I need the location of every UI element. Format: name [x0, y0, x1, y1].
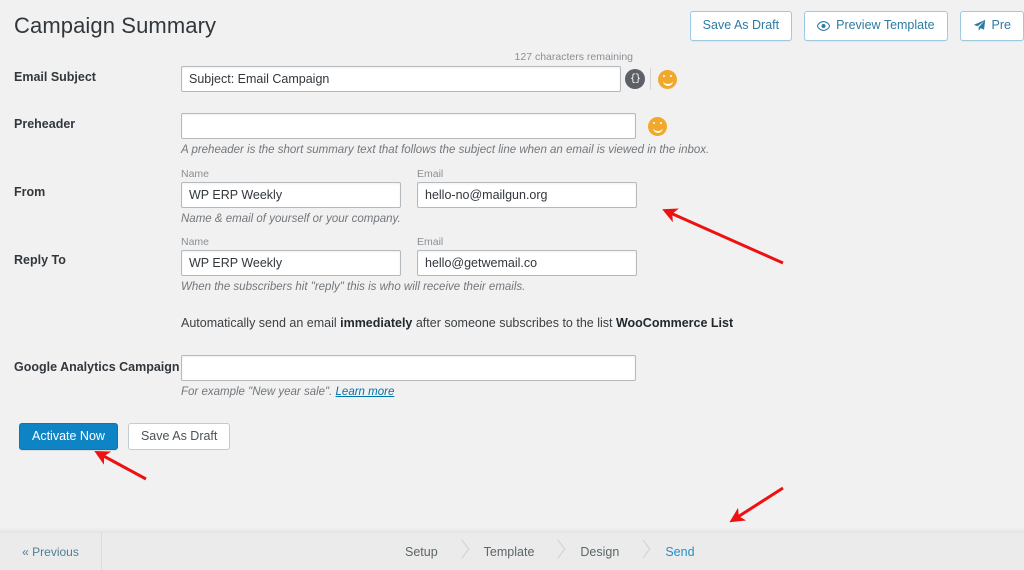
- from-label: From: [14, 185, 46, 199]
- step-chevron-icon-2: [534, 533, 580, 570]
- step-template[interactable]: Template: [484, 545, 535, 559]
- campaign-summary-page: Campaign Summary Save As Draft Preview T…: [0, 0, 1024, 570]
- paper-plane-icon: [973, 19, 986, 32]
- email-subject-label: Email Subject: [14, 70, 96, 84]
- reply-to-name-mini-label: Name: [181, 236, 210, 248]
- emoji-smiley-icon-subject[interactable]: [658, 69, 677, 89]
- form-action-buttons: Activate Now Save As Draft: [19, 423, 231, 450]
- preview-and-send-button[interactable]: Pre: [959, 11, 1024, 41]
- email-subject-input[interactable]: [181, 66, 621, 92]
- reply-to-helper-text: When the subscribers hit "reply" this is…: [181, 281, 526, 293]
- google-analytics-helper-prefix: For example "New year sale".: [181, 386, 336, 398]
- automation-middle: after someone subscribes to the list: [412, 316, 616, 330]
- google-analytics-helper-text: For example "New year sale". Learn more: [181, 386, 394, 398]
- wizard-footer-bar: « Previous Setup Template Design Send: [0, 527, 1024, 570]
- automation-prefix: Automatically send an email: [181, 316, 341, 330]
- save-as-draft-button[interactable]: Save As Draft: [127, 423, 231, 450]
- preview-template-label: Preview Template: [836, 18, 935, 33]
- automation-timing: immediately: [340, 316, 413, 330]
- step-setup[interactable]: Setup: [405, 545, 438, 559]
- automation-list-name: WooCommerce List: [615, 316, 734, 330]
- subject-character-counter: 127 characters remaining: [514, 51, 633, 63]
- google-analytics-input[interactable]: [181, 355, 636, 381]
- wizard-steps: Setup Template Design Send: [405, 533, 695, 570]
- from-name-mini-label: Name: [181, 168, 210, 180]
- step-design[interactable]: Design: [580, 545, 619, 559]
- previous-link[interactable]: « Previous: [22, 545, 79, 559]
- arrow-to-from-email: [662, 208, 784, 265]
- header-actions: Save As Draft Preview Template Pre: [689, 11, 1024, 41]
- merge-tag-icon[interactable]: {}: [625, 69, 645, 89]
- page-header: Campaign Summary Save As Draft Preview T…: [0, 0, 1024, 52]
- save-as-draft-label-top: Save As Draft: [702, 18, 780, 33]
- reply-to-email-input[interactable]: [417, 250, 637, 276]
- from-email-mini-label: Email: [417, 168, 444, 180]
- arrow-to-send-step: [729, 486, 784, 523]
- eye-icon: [817, 20, 831, 31]
- arrow-to-activate-now: [94, 450, 147, 481]
- preview-and-send-label: Pre: [991, 18, 1011, 33]
- preheader-input[interactable]: [181, 113, 636, 139]
- subject-toolbar-divider: [650, 68, 651, 90]
- google-analytics-label: Google Analytics Campaign: [14, 360, 180, 374]
- reply-to-label: Reply To: [14, 253, 66, 267]
- emoji-smiley-icon-preheader[interactable]: [648, 116, 667, 136]
- activate-now-button[interactable]: Activate Now: [19, 423, 118, 450]
- automation-description: Automatically send an email immediately …: [181, 316, 733, 330]
- page-title: Campaign Summary: [14, 13, 217, 38]
- from-name-input[interactable]: [181, 182, 401, 208]
- preheader-helper-text: A preheader is the short summary text th…: [181, 144, 710, 156]
- from-email-input[interactable]: [417, 182, 637, 208]
- step-send[interactable]: Send: [665, 545, 694, 559]
- preview-template-button[interactable]: Preview Template: [804, 11, 948, 41]
- from-helper-text: Name & email of yourself or your company…: [181, 213, 401, 225]
- reply-to-email-mini-label: Email: [417, 236, 444, 248]
- learn-more-link[interactable]: Learn more: [336, 386, 395, 398]
- step-chevron-icon-3: [619, 533, 665, 570]
- step-chevron-icon-1: [438, 533, 484, 570]
- save-as-draft-button-top[interactable]: Save As Draft: [689, 11, 793, 41]
- preheader-label: Preheader: [14, 117, 76, 131]
- previous-cell[interactable]: « Previous: [0, 533, 102, 570]
- reply-to-name-input[interactable]: [181, 250, 401, 276]
